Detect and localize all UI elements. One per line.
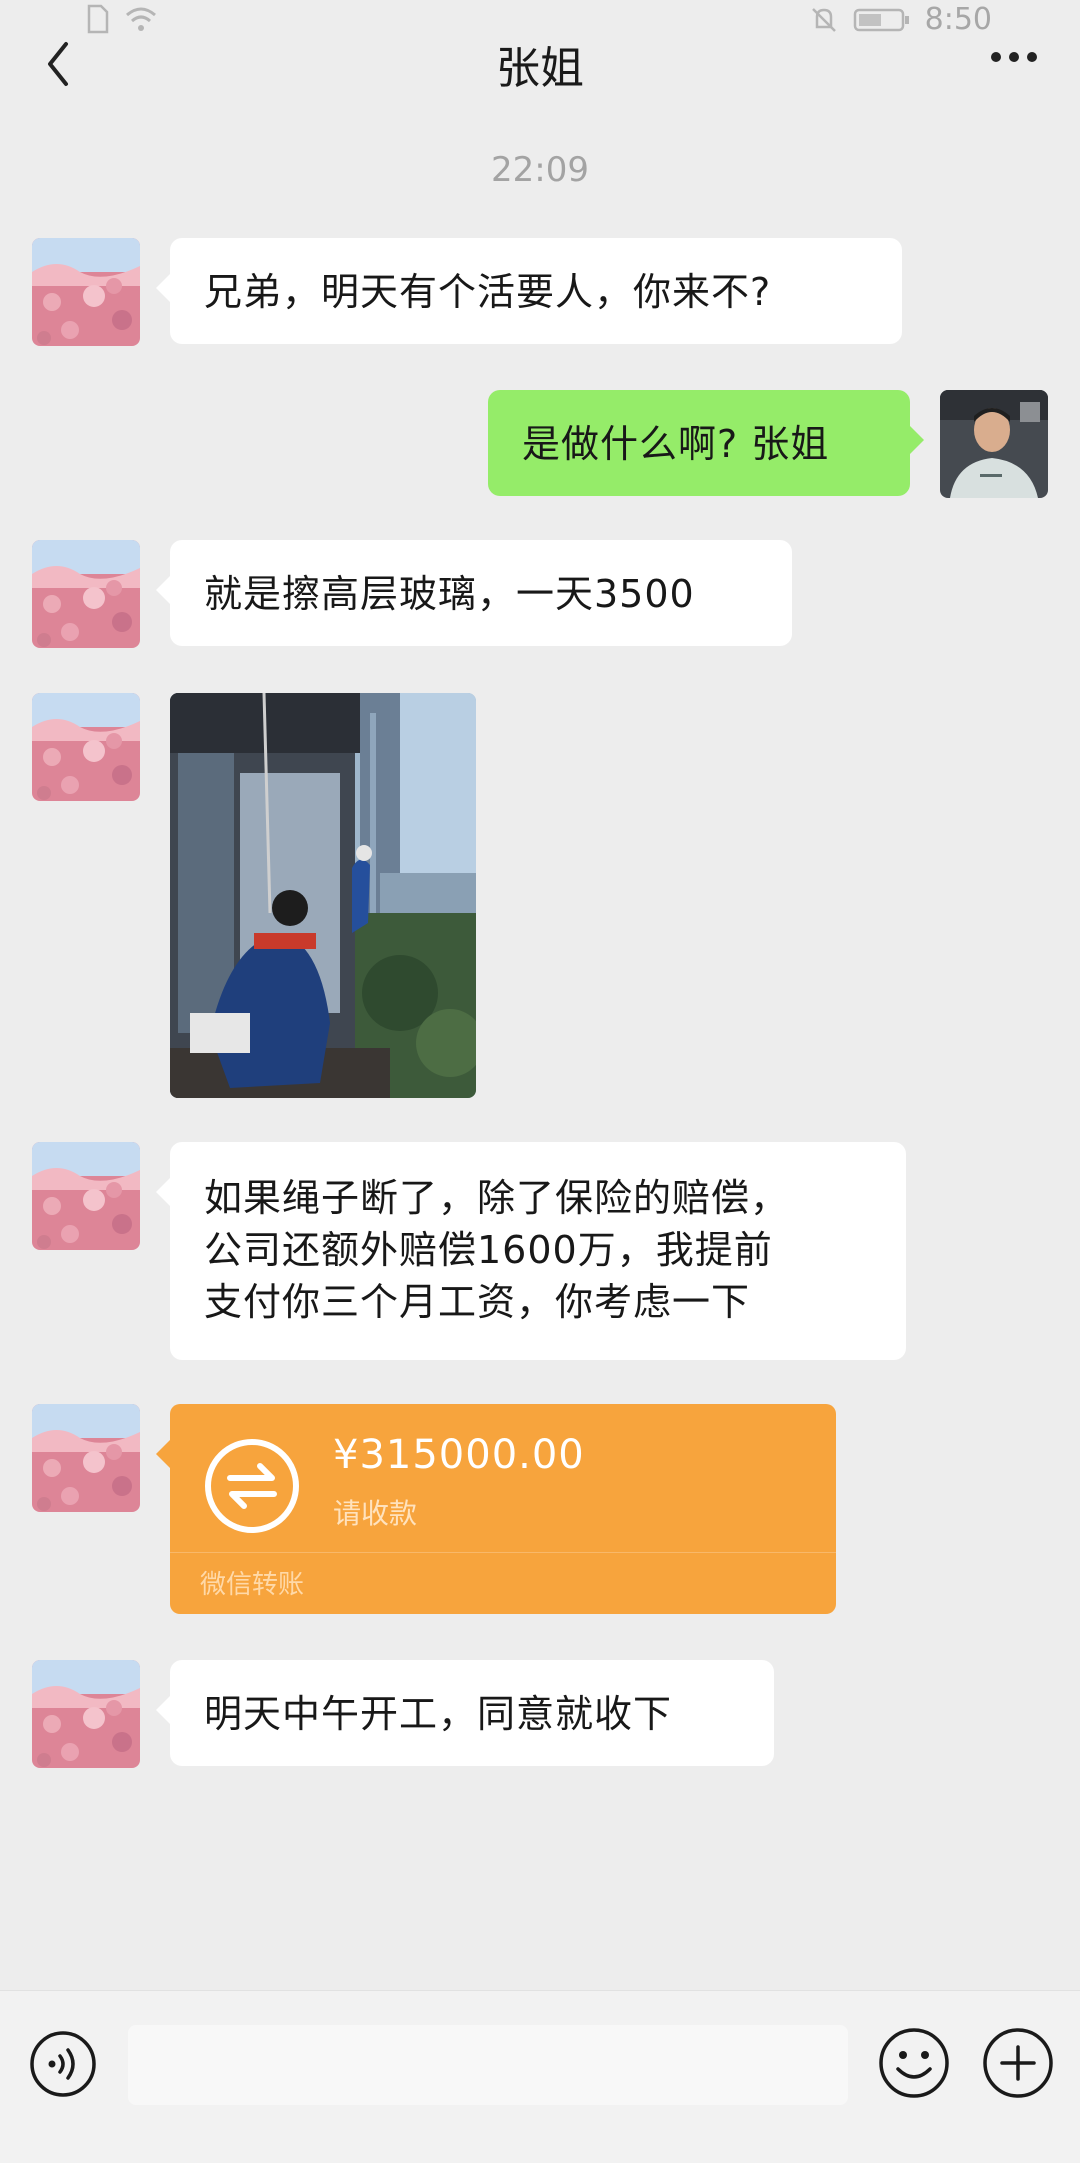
transfer-note: 请收款 xyxy=(333,1497,418,1530)
message-text-line: 支付你三个月工资，你考虑一下 xyxy=(204,1280,751,1324)
message-timestamp: 22:09 xyxy=(491,150,589,190)
message-text: 兄弟，明天有个活要人，你来不? xyxy=(204,270,772,314)
contact-avatar[interactable] xyxy=(32,1660,140,1768)
self-message-bubble: 是做什么啊? 张姐 xyxy=(488,390,924,496)
contact-avatar[interactable] xyxy=(32,1404,140,1512)
input-bar xyxy=(0,1990,1080,2163)
image-message[interactable] xyxy=(170,693,476,1098)
emoji-icon[interactable] xyxy=(876,2025,952,2101)
plus-icon[interactable] xyxy=(980,2025,1056,2101)
contact-avatar[interactable] xyxy=(32,540,140,648)
voice-icon[interactable] xyxy=(28,2029,98,2099)
more-icon[interactable] xyxy=(988,42,1040,72)
message-bubble: 明天中午开工，同意就收下 xyxy=(156,1660,774,1766)
contact-avatar[interactable] xyxy=(32,238,140,346)
message-bubble: 如果绳子断了，除了保险的赔偿， 公司还额外赔偿1600万，我提前 支付你三个月工… xyxy=(156,1142,906,1360)
chat-header: 张姐 xyxy=(0,22,1080,112)
self-avatar[interactable] xyxy=(940,390,1048,498)
transfer-divider xyxy=(170,1552,836,1553)
message-bubble: 兄弟，明天有个活要人，你来不? xyxy=(156,238,902,344)
message-text: 就是擦高层玻璃，一天3500 xyxy=(204,572,695,616)
transfer-icon xyxy=(205,1439,299,1533)
message-text-line: 如果绳子断了，除了保险的赔偿， xyxy=(204,1176,790,1220)
contact-avatar[interactable] xyxy=(32,1142,140,1250)
contact-avatar[interactable] xyxy=(32,693,140,801)
message-text-line: 公司还额外赔偿1600万，我提前 xyxy=(204,1228,773,1272)
transfer-amount: ¥315000.00 xyxy=(333,1432,585,1478)
message-text: 是做什么啊? 张姐 xyxy=(522,422,830,466)
message-text: 明天中午开工，同意就收下 xyxy=(204,1692,673,1736)
message-bubble: 就是擦高层玻璃，一天3500 xyxy=(156,540,792,646)
transfer-card[interactable]: ¥315000.00 请收款 微信转账 xyxy=(156,1404,836,1614)
message-input[interactable] xyxy=(128,2025,848,2105)
chat-title: 张姐 xyxy=(496,43,584,94)
transfer-brand: 微信转账 xyxy=(200,1570,305,1600)
chat-screen: 8:50 张姐 22:09 兄弟，明天有个活要人，你来不? 是做什么啊? 张姐 xyxy=(0,0,1080,2163)
